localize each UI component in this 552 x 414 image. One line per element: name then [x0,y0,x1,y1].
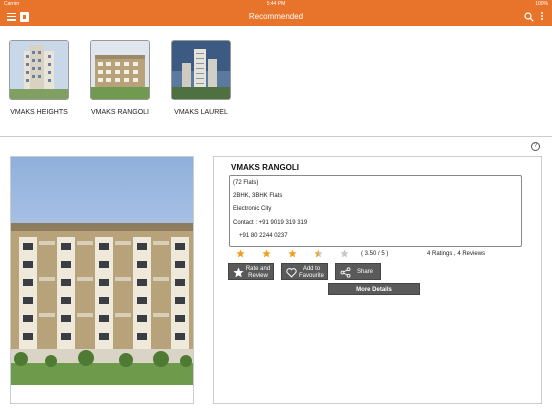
divider [0,136,552,137]
status-bar: Carrier 5:44 PM 100% [0,0,552,8]
rate-and-review-label: Rate and Review [245,265,271,279]
rate-and-review-button[interactable]: Rate and Review [228,263,274,280]
time-label: 5:44 PM [266,1,286,7]
project-info-box: (72 Flats) 2BHK, 3BHK Flats Electronic C… [229,175,522,247]
battery-label: 100% [535,1,548,7]
info-contact-alt[interactable]: +91 80 2244 0237 [239,233,288,239]
star-empty-icon [340,249,349,258]
project-image-panel [10,156,194,404]
search-icon[interactable] [524,12,534,22]
heart-icon [286,268,297,278]
info-contact[interactable]: Contact : +91 9019 319 319 [233,220,307,226]
star-icon [236,249,245,258]
project-photo [11,157,193,403]
nav-bar: Recommended [0,8,552,26]
ratings-reviews-count[interactable]: 4 Ratings , 4 Reviews [427,251,485,257]
rating-value: ( 3.50 / 5 ) [361,251,389,257]
share-icon [340,267,351,278]
more-details-button[interactable]: More Details [328,283,420,295]
star-icon [288,249,297,258]
project-thumbnail[interactable] [9,40,69,100]
share-button[interactable]: Share [335,263,381,280]
project-title: VMAKS RANGOLI [231,163,299,172]
add-to-favourite-label: Add to Favourite [298,265,324,279]
info-flats: (72 Flats) [233,180,259,186]
project-card-vmaks-laurel[interactable]: VMAKS LAUREL [170,40,232,116]
info-configuration: 2BHK, 3BHK Flats [233,193,283,199]
project-thumbnail[interactable] [171,40,231,100]
project-card-vmaks-rangoli[interactable]: VMAKS RANGOLI [89,40,151,116]
share-label: Share [356,269,373,275]
project-carousel: VMAKS HEIGHTS VMAKS RANGOLI VMAKS LAUREL [0,26,552,136]
more-vertical-icon[interactable] [540,12,544,22]
project-name: VMAKS RANGOLI [91,109,149,116]
add-to-favourite-button[interactable]: Add to Favourite [281,263,328,280]
star-half-icon [314,249,323,258]
project-name: VMAKS HEIGHTS [10,109,68,116]
info-location: Electronic City [233,206,272,212]
help-icon[interactable]: ? [531,142,540,151]
star-icon [233,267,244,278]
project-card-vmaks-heights[interactable]: VMAKS HEIGHTS [8,40,70,116]
star-icon [262,249,271,258]
project-detail-panel: VMAKS RANGOLI (72 Flats) 2BHK, 3BHK Flat… [213,156,542,404]
project-name: VMAKS LAUREL [174,109,228,116]
project-thumbnail[interactable] [90,40,150,100]
page-title: Recommended [248,12,304,21]
